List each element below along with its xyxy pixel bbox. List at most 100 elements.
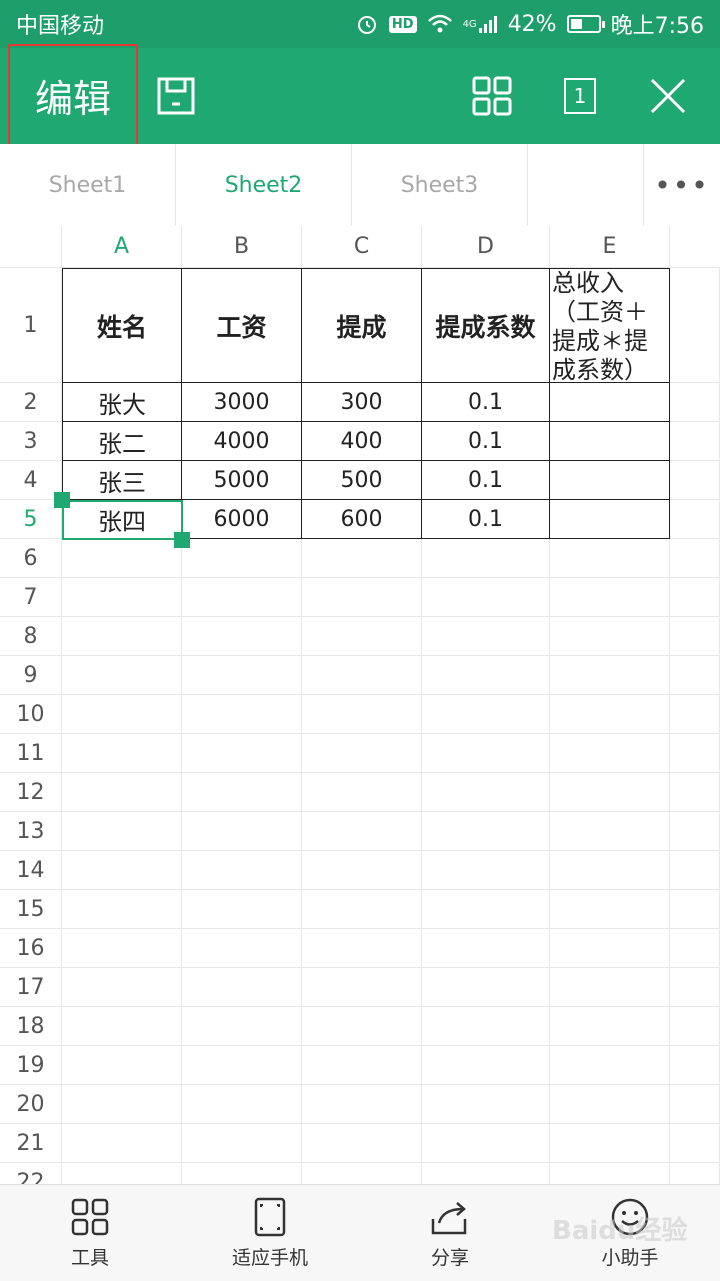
cell[interactable] (302, 1046, 422, 1085)
cell[interactable] (422, 1085, 550, 1124)
grid-icon[interactable] (468, 72, 516, 120)
cell[interactable] (182, 617, 302, 656)
column-header-b[interactable]: B (182, 226, 302, 268)
header-cell[interactable]: 工资 (182, 268, 302, 383)
cell[interactable] (550, 1007, 670, 1046)
cell[interactable] (62, 1007, 182, 1046)
cell[interactable] (302, 734, 422, 773)
cell[interactable] (670, 578, 720, 617)
cell[interactable] (62, 578, 182, 617)
cell[interactable] (422, 695, 550, 734)
cell[interactable] (422, 890, 550, 929)
cell[interactable] (670, 1085, 720, 1124)
cell[interactable] (550, 851, 670, 890)
close-icon[interactable] (644, 72, 692, 120)
cell[interactable] (422, 734, 550, 773)
data-cell[interactable] (550, 461, 670, 500)
cell[interactable] (670, 383, 720, 422)
cell[interactable] (670, 656, 720, 695)
data-cell[interactable] (550, 383, 670, 422)
row-header[interactable]: 22 (0, 1163, 62, 1184)
cell[interactable] (182, 578, 302, 617)
cell[interactable] (422, 968, 550, 1007)
data-cell[interactable]: 3000 (182, 383, 302, 422)
row-header[interactable]: 14 (0, 851, 62, 890)
cell[interactable] (62, 1046, 182, 1085)
cell[interactable] (670, 695, 720, 734)
share-button[interactable]: 分享 (410, 1185, 490, 1281)
column-header-e[interactable]: E (550, 226, 670, 268)
tab-sheet1[interactable]: Sheet1 (0, 144, 176, 226)
cell[interactable] (62, 734, 182, 773)
cell[interactable] (62, 1085, 182, 1124)
cell[interactable] (422, 656, 550, 695)
spreadsheet-grid[interactable]: A B C D E 1 姓名 工资 提成 提成系数 总收入 （工资＋ 提成＊提 成系数） 2 张大 3… (0, 226, 720, 1184)
column-header-a[interactable]: A (62, 226, 182, 268)
cell[interactable] (670, 268, 720, 383)
header-cell[interactable]: 姓名 (62, 268, 182, 383)
row-header[interactable]: 1 (0, 268, 62, 383)
row-header[interactable]: 4 (0, 461, 62, 500)
data-cell[interactable] (550, 422, 670, 461)
header-cell-total[interactable]: 总收入 （工资＋ 提成＊提 成系数） (550, 268, 670, 384)
cell[interactable] (550, 1046, 670, 1085)
cell[interactable] (550, 1163, 670, 1184)
cell[interactable] (182, 695, 302, 734)
cell[interactable] (422, 1007, 550, 1046)
cell[interactable] (422, 1163, 550, 1184)
cell[interactable] (302, 1085, 422, 1124)
data-cell[interactable]: 5000 (182, 461, 302, 500)
cell[interactable] (550, 929, 670, 968)
data-cell[interactable]: 张大 (62, 383, 182, 422)
row-header[interactable]: 9 (0, 656, 62, 695)
cell[interactable] (302, 1163, 422, 1184)
cell[interactable] (422, 851, 550, 890)
cell[interactable] (62, 890, 182, 929)
cell[interactable] (670, 968, 720, 1007)
cell[interactable] (182, 1124, 302, 1163)
cell[interactable] (302, 929, 422, 968)
edit-button[interactable]: 编辑 (8, 44, 138, 146)
save-icon[interactable] (152, 72, 200, 120)
tools-button[interactable]: 工具 (50, 1185, 130, 1281)
cell[interactable] (550, 578, 670, 617)
row-header[interactable]: 16 (0, 929, 62, 968)
more-tabs-button[interactable]: ••• (644, 144, 720, 226)
cell[interactable] (550, 1124, 670, 1163)
cell[interactable] (62, 656, 182, 695)
row-header[interactable]: 12 (0, 773, 62, 812)
data-cell[interactable]: 张二 (62, 422, 182, 461)
cell[interactable] (550, 812, 670, 851)
row-header[interactable]: 18 (0, 1007, 62, 1046)
cell[interactable] (550, 656, 670, 695)
cell[interactable] (302, 617, 422, 656)
cell[interactable] (422, 929, 550, 968)
cell[interactable] (670, 461, 720, 500)
cell[interactable] (550, 890, 670, 929)
data-cell[interactable]: 0.1 (422, 422, 550, 461)
cell[interactable] (182, 968, 302, 1007)
tab-sheet2[interactable]: Sheet2 (176, 144, 352, 226)
data-cell[interactable]: 张三 (62, 461, 182, 500)
row-header[interactable]: 8 (0, 617, 62, 656)
cell[interactable] (302, 890, 422, 929)
cell[interactable] (182, 773, 302, 812)
cell[interactable] (182, 1163, 302, 1184)
column-header-d[interactable]: D (422, 226, 550, 268)
row-header[interactable]: 21 (0, 1124, 62, 1163)
cell[interactable] (670, 773, 720, 812)
cell[interactable] (670, 617, 720, 656)
cell[interactable] (182, 656, 302, 695)
cell[interactable] (182, 812, 302, 851)
row-header[interactable]: 6 (0, 539, 62, 578)
cell[interactable] (670, 1007, 720, 1046)
cell[interactable] (670, 734, 720, 773)
row-header[interactable]: 10 (0, 695, 62, 734)
cell[interactable] (62, 1163, 182, 1184)
cell[interactable] (62, 812, 182, 851)
cell[interactable] (550, 539, 670, 578)
header-cell[interactable]: 提成 (302, 268, 422, 383)
cell[interactable] (302, 1124, 422, 1163)
row-header[interactable]: 20 (0, 1085, 62, 1124)
cell[interactable] (182, 1046, 302, 1085)
